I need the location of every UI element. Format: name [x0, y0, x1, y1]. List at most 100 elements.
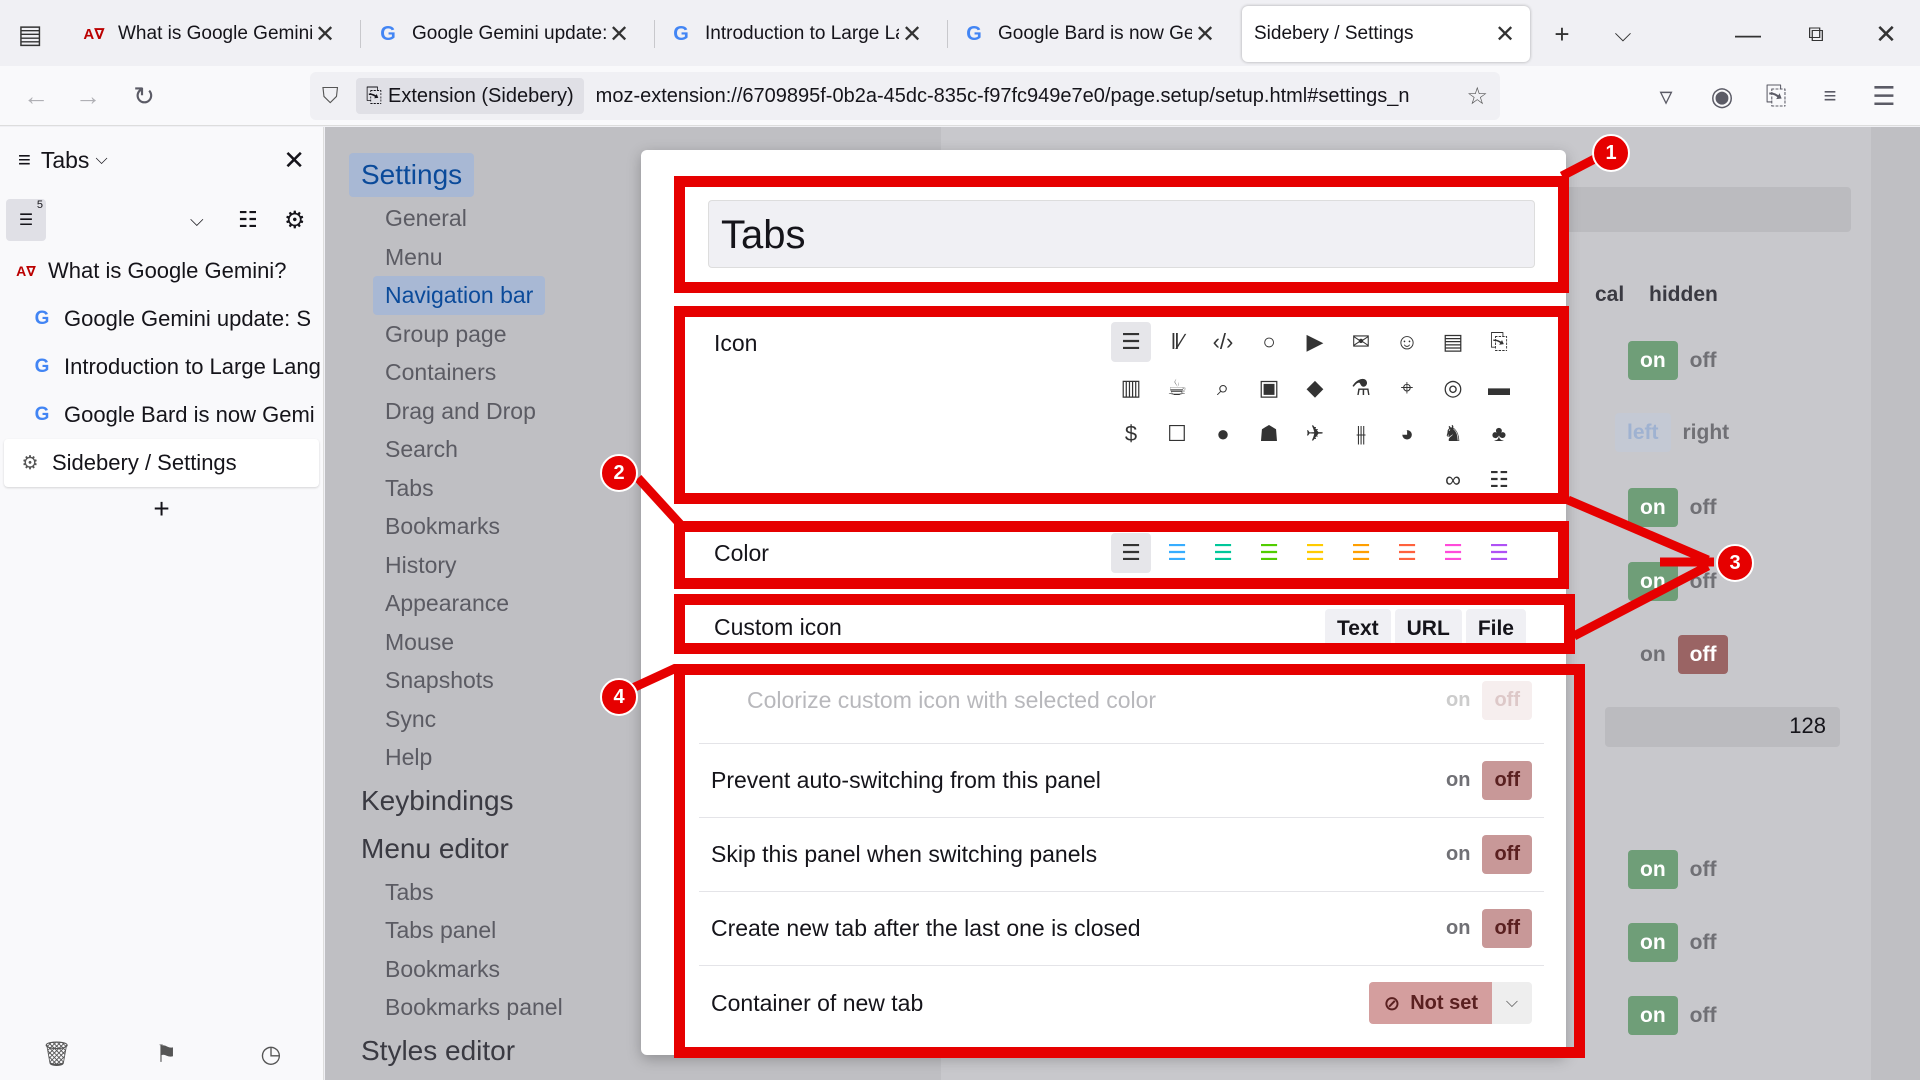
close-tab-icon[interactable]: ✕: [1192, 20, 1218, 49]
browser-tab[interactable]: G Google Gemini update: Su ✕: [364, 6, 644, 62]
account-icon[interactable]: ◉: [1702, 76, 1742, 116]
tab-list-icon[interactable]: ☷: [238, 207, 258, 233]
annotation-badge-3: 3: [1716, 544, 1754, 582]
toggle[interactable]: on off: [1628, 562, 1728, 601]
close-sidebar-icon[interactable]: ✕: [283, 145, 305, 176]
nav-item[interactable]: General: [373, 199, 609, 238]
bookmark-icon[interactable]: ⚑: [155, 1040, 177, 1069]
sidebar-tab-title: Introduction to Large Lang: [64, 354, 321, 379]
nav-item[interactable]: Bookmarks panel: [373, 988, 609, 1027]
sidebar-tab-title: What is Google Gemini?: [48, 258, 287, 283]
puzzle-icon: ⎘: [366, 84, 382, 107]
close-tab-icon[interactable]: ✕: [606, 20, 632, 49]
identity-box[interactable]: ⎘ Extension (Sidebery): [356, 78, 584, 114]
close-tab-icon[interactable]: ✕: [899, 20, 925, 49]
settings-gear-icon[interactable]: ⚙: [284, 206, 306, 235]
toggle[interactable]: left right: [1615, 413, 1741, 452]
number-input[interactable]: 128: [1605, 707, 1840, 747]
nav-item[interactable]: Bookmarks: [373, 507, 609, 546]
sidebery-icon[interactable]: ≡: [1810, 76, 1850, 116]
shield-icon[interactable]: ⛉: [322, 83, 339, 109]
panel-tabs-button[interactable]: ☰ 5: [6, 199, 46, 241]
av-favicon-icon: A∇: [83, 26, 105, 43]
nav-styles-editor[interactable]: Styles editor: [349, 1029, 527, 1073]
toggle[interactable]: on off: [1628, 923, 1728, 962]
restore-icon[interactable]: ⧉: [1796, 14, 1836, 54]
toggle[interactable]: on off: [1628, 850, 1728, 889]
nav-item[interactable]: Drag and Drop: [373, 392, 609, 431]
tab-title: Google Gemini update: Su: [412, 23, 606, 44]
new-tab-icon[interactable]: +: [1542, 14, 1582, 54]
nav-item[interactable]: Sync: [373, 700, 609, 739]
sidebar-footer: 🗑 ⚑ ◷: [0, 1028, 323, 1080]
nav-item[interactable]: Mouse: [373, 623, 609, 662]
sidebar-tab[interactable]: G Introduction to Large Lang: [0, 343, 323, 391]
minimize-icon[interactable]: —: [1728, 14, 1768, 54]
toggle[interactable]: on off: [1628, 635, 1729, 674]
browser-tab[interactable]: G Google Bard is now Gemin ✕: [950, 6, 1230, 62]
address-bar[interactable]: ⛉ ⎘ Extension (Sidebery) moz-extension:/…: [310, 72, 1500, 120]
identity-label: Extension (Sidebery): [388, 84, 574, 107]
sidebery-icon: ≡: [18, 147, 31, 172]
history-icon[interactable]: ◷: [260, 1040, 281, 1069]
sidebar-title[interactable]: Tabs: [41, 147, 90, 174]
nav-menu-editor[interactable]: Menu editor: [349, 827, 521, 871]
sidebar-toolbar: ☰ 5 ⌵ ☷ ⚙: [0, 193, 323, 247]
nav-item[interactable]: Appearance: [373, 584, 609, 623]
sidebar-tab-active[interactable]: ⚙ Sidebery / Settings: [4, 439, 319, 487]
close-tab-icon[interactable]: ✕: [312, 20, 338, 49]
menu-icon[interactable]: ☰: [1864, 76, 1904, 116]
nav-item[interactable]: Menu: [373, 238, 609, 277]
back-icon[interactable]: ←: [16, 76, 56, 116]
trash-icon[interactable]: 🗑: [42, 1040, 72, 1069]
nav-item[interactable]: Snapshots: [373, 661, 609, 700]
nav-item[interactable]: Tabs: [373, 873, 609, 912]
highlight-box-1: [674, 176, 1569, 293]
sidebar-tab[interactable]: G Google Gemini update: S: [0, 295, 323, 343]
nav-keybindings[interactable]: Keybindings: [349, 779, 526, 823]
list-all-tabs-icon[interactable]: ⌵: [1603, 14, 1643, 54]
nav-item[interactable]: Group page: [373, 315, 609, 354]
sidebar-tab-title: Google Bard is now Gemi: [64, 402, 315, 427]
nav-item[interactable]: Bookmarks: [373, 950, 609, 989]
new-tab-button[interactable]: +: [0, 493, 323, 525]
gear-icon: ⚙: [21, 452, 39, 474]
nav-item-active[interactable]: Navigation bar: [373, 276, 546, 315]
window-close-icon[interactable]: ✕: [1866, 14, 1906, 54]
url-text[interactable]: moz-extension://6709895f-0b2a-45dc-835c-…: [596, 85, 1446, 108]
browser-tab-active[interactable]: Sidebery / Settings ✕: [1242, 6, 1530, 62]
nav-item[interactable]: Tabs: [373, 469, 609, 508]
navigation-toolbar: ← → ↻ ⛉ ⎘ Extension (Sidebery) moz-exten…: [0, 66, 1920, 126]
annotation-badge-4: 4: [600, 678, 638, 716]
google-favicon-icon: G: [673, 22, 689, 45]
nav-item[interactable]: Help: [373, 738, 609, 777]
bookmark-star-icon[interactable]: ☆: [1466, 82, 1488, 111]
highlight-box-3b: [674, 594, 1575, 654]
browser-tab[interactable]: G Introduction to Large Lang ✕: [657, 6, 937, 62]
reload-icon[interactable]: ↻: [124, 76, 164, 116]
toggle[interactable]: on off: [1628, 341, 1728, 380]
nav-item[interactable]: Tabs panel: [373, 911, 609, 950]
google-favicon-icon: G: [966, 22, 982, 45]
nav-item[interactable]: Containers: [373, 353, 609, 392]
sidebar-tab[interactable]: G Google Bard is now Gemi: [0, 391, 323, 439]
google-favicon-icon: G: [34, 308, 50, 329]
pocket-icon[interactable]: ▿: [1646, 76, 1686, 116]
nav-item[interactable]: History: [373, 546, 609, 585]
forward-icon[interactable]: →: [68, 76, 108, 116]
sidebar-tab-title: Sidebery / Settings: [52, 450, 237, 475]
chevron-down-icon[interactable]: ⌵: [95, 151, 107, 169]
extensions-icon[interactable]: ⎘: [1756, 76, 1796, 116]
highlight-box-4: [674, 664, 1585, 1058]
toggle[interactable]: on off: [1628, 996, 1728, 1035]
sidebar-tab[interactable]: A∇ What is Google Gemini?: [0, 247, 323, 295]
chevron-down-icon[interactable]: ⌵: [190, 210, 204, 231]
nav-settings[interactable]: Settings: [349, 153, 475, 197]
av-favicon-icon: A∇: [16, 262, 36, 279]
nav-item[interactable]: Search: [373, 430, 609, 469]
toggle[interactable]: on off: [1628, 488, 1728, 527]
close-tab-icon[interactable]: ✕: [1492, 20, 1518, 49]
firefox-view-icon[interactable]: ▤: [10, 14, 50, 54]
browser-tab[interactable]: A∇ What is Google Gemini? ✕: [70, 6, 350, 62]
annotation-badge-1: 1: [1592, 134, 1630, 172]
